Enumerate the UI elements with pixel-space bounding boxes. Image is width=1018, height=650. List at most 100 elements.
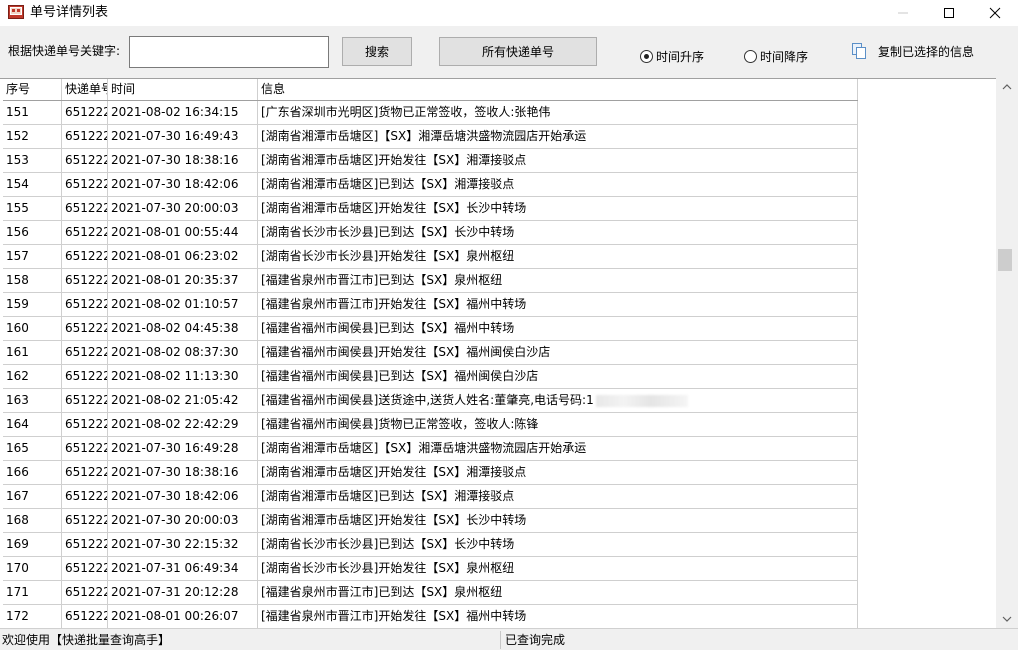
column-header-time[interactable]: 时间 bbox=[108, 79, 258, 100]
row-no-text: 151 bbox=[6, 105, 29, 119]
row-time-text: 2021-07-30 16:49:43 bbox=[111, 129, 239, 143]
row-no: 168 bbox=[3, 509, 62, 532]
row-number: 651222 bbox=[62, 173, 108, 196]
table-row[interactable]: 165 651222 2021-07-30 16:49:28 [湖南省湘潭市岳塘区]【… bbox=[3, 437, 858, 461]
row-no-text: 159 bbox=[6, 297, 29, 311]
table-row[interactable]: 152 651222 2021-07-30 16:49:43 [湖南省湘潭市岳塘区]【… bbox=[3, 125, 858, 149]
row-no: 167 bbox=[3, 485, 62, 508]
toolbar: 根据快递单号关键字: 搜索 所有快递单号 时间升序 时间降序 复制已选择的信息 bbox=[0, 26, 1018, 78]
row-info: [湖南省湘潭市岳塘区]【SX】湘潭岳塘洪盛物流园店开始承运 bbox=[258, 437, 858, 460]
row-time-text: 2021-08-02 21:05:42 bbox=[111, 393, 239, 407]
chevron-up-icon bbox=[1002, 84, 1012, 90]
row-no-text: 153 bbox=[6, 153, 29, 167]
column-header-no[interactable]: 序号 bbox=[3, 79, 62, 100]
row-number: 651222 bbox=[62, 293, 108, 316]
row-time: 2021-07-30 18:42:06 bbox=[108, 173, 258, 196]
row-info: [湖南省湘潭市岳塘区]开始发往【SX】湘潭接驳点 bbox=[258, 149, 858, 172]
table-row[interactable]: 167 651222 2021-07-30 18:42:06 [湖南省湘潭市岳塘区]已… bbox=[3, 485, 858, 509]
table-row[interactable]: 153 651222 2021-07-30 18:38:16 [湖南省湘潭市岳塘区]开… bbox=[3, 149, 858, 173]
table-row[interactable]: 172 651222 2021-08-01 00:26:07 [福建省泉州市晋江市]开… bbox=[3, 605, 858, 628]
table-row[interactable]: 154 651222 2021-07-30 18:42:06 [湖南省湘潭市岳塘区]已… bbox=[3, 173, 858, 197]
table-row[interactable]: 166 651222 2021-07-30 18:38:16 [湖南省湘潭市岳塘区]开… bbox=[3, 461, 858, 485]
table-row[interactable]: 164 651222 2021-08-02 22:42:29 [福建省福州市闽侯县]货… bbox=[3, 413, 858, 437]
table-row[interactable]: 160 651222 2021-08-02 04:45:38 [福建省福州市闽侯县]已… bbox=[3, 317, 858, 341]
table-row[interactable]: 162 651222 2021-08-02 11:13:30 [福建省福州市闽侯县]已… bbox=[3, 365, 858, 389]
row-info: [湖南省长沙市长沙县]已到达【SX】长沙中转场 bbox=[258, 221, 858, 244]
row-info: [广东省深圳市光明区]货物已正常签收，签收人:张艳伟 bbox=[258, 101, 858, 124]
row-info: [福建省泉州市晋江市]开始发往【SX】福州中转场 bbox=[258, 605, 858, 628]
row-no: 159 bbox=[3, 293, 62, 316]
row-number: 651222 bbox=[62, 509, 108, 532]
window-title: 单号详情列表 bbox=[30, 5, 109, 20]
tracking-table[interactable]: 序号 快递单号 时间 信息 1516512222021-08-02 16:34:… bbox=[0, 78, 1003, 628]
keyword-input[interactable] bbox=[129, 36, 329, 68]
row-time: 2021-07-30 16:49:43 bbox=[108, 125, 258, 148]
row-info-text: [福建省福州市闽侯县]货物已正常签收，签收人:陈锋 bbox=[261, 417, 539, 431]
table-row[interactable]: 159 651222 2021-08-02 01:10:57 [福建省泉州市晋江市]开… bbox=[3, 293, 858, 317]
row-no: 160 bbox=[3, 317, 62, 340]
row-time-text: 2021-07-30 22:15:32 bbox=[111, 537, 239, 551]
scroll-down-button[interactable] bbox=[996, 610, 1018, 628]
row-number: 651222 bbox=[62, 341, 108, 364]
row-no-text: 161 bbox=[6, 345, 29, 359]
all-numbers-button[interactable]: 所有快递单号 bbox=[439, 37, 597, 66]
minimize-button[interactable] bbox=[880, 0, 926, 26]
redacted-phone bbox=[595, 394, 688, 407]
row-no: 152 bbox=[3, 125, 62, 148]
row-number-text: 651222 bbox=[65, 249, 108, 263]
row-info-text: [湖南省长沙市长沙县]开始发往【SX】泉州枢纽 bbox=[261, 561, 515, 575]
status-divider bbox=[500, 631, 501, 649]
table-row[interactable]: 151 651222 2021-08-02 16:34:15 [广东省深圳市光明区]货… bbox=[3, 101, 858, 125]
row-info-text: [湖南省湘潭市岳塘区]开始发往【SX】长沙中转场 bbox=[261, 513, 527, 527]
row-number-text: 651222 bbox=[65, 225, 108, 239]
row-time: 2021-07-31 06:49:34 bbox=[108, 557, 258, 580]
row-info: [湖南省湘潭市岳塘区]【SX】湘潭岳塘洪盛物流园店开始承运 bbox=[258, 125, 858, 148]
copy-selected-button[interactable]: 复制已选择的信息 bbox=[850, 42, 974, 60]
row-info: [湖南省湘潭市岳塘区]已到达【SX】湘潭接驳点 bbox=[258, 485, 858, 508]
row-no-text: 164 bbox=[6, 417, 29, 431]
maximize-button[interactable] bbox=[926, 0, 972, 26]
row-number-text: 651222 bbox=[65, 417, 108, 431]
table-row[interactable]: 163 651222 2021-08-02 21:05:42 [福建省福州市闽侯县]送… bbox=[3, 389, 858, 413]
row-no: 153 bbox=[3, 149, 62, 172]
row-info: [福建省福州市闽侯县]开始发往【SX】福州闽侯白沙店 bbox=[258, 341, 858, 364]
table-row[interactable]: 161 651222 2021-08-02 08:37:30 [福建省福州市闽侯县]开… bbox=[3, 341, 858, 365]
row-no: 166 bbox=[3, 461, 62, 484]
row-time-text: 2021-08-02 22:42:29 bbox=[111, 417, 239, 431]
row-info-text: [福建省泉州市晋江市]已到达【SX】泉州枢纽 bbox=[261, 585, 503, 599]
row-info: [福建省泉州市晋江市]开始发往【SX】福州中转场 bbox=[258, 293, 858, 316]
row-time-text: 2021-08-01 00:55:44 bbox=[111, 225, 239, 239]
table-row[interactable]: 156 651222 2021-08-01 00:55:44 [湖南省长沙市长沙县]已… bbox=[3, 221, 858, 245]
close-button[interactable] bbox=[972, 0, 1018, 26]
table-row[interactable]: 158 651222 2021-08-01 20:35:37 [福建省泉州市晋江市]已… bbox=[3, 269, 858, 293]
row-time-text: 2021-07-31 06:49:34 bbox=[111, 561, 239, 575]
table-row[interactable]: 170 651222 2021-07-31 06:49:34 [湖南省长沙市长沙县]开… bbox=[3, 557, 858, 581]
table-row[interactable]: 168 651222 2021-07-30 20:00:03 [湖南省湘潭市岳塘区]开… bbox=[3, 509, 858, 533]
sort-desc-radio[interactable]: 时间降序 bbox=[744, 48, 808, 65]
row-no: 163 bbox=[3, 389, 62, 412]
row-number: 651222 bbox=[62, 365, 108, 388]
row-time: 2021-08-01 00:26:07 bbox=[108, 605, 258, 628]
row-number: 651222 bbox=[62, 221, 108, 244]
row-no: 171 bbox=[3, 581, 62, 604]
column-header-info[interactable]: 信息 bbox=[258, 79, 858, 100]
row-info: [湖南省湘潭市岳塘区]已到达【SX】湘潭接驳点 bbox=[258, 173, 858, 196]
vertical-scrollbar[interactable] bbox=[996, 78, 1018, 628]
status-bar: 欢迎使用【快递批量查询高手】 已查询完成 bbox=[0, 628, 1018, 650]
table-row[interactable]: 155 651222 2021-07-30 20:00:03 [湖南省湘潭市岳塘区]开… bbox=[3, 197, 858, 221]
row-time: 2021-07-30 18:42:06 bbox=[108, 485, 258, 508]
column-header-number[interactable]: 快递单号 bbox=[62, 79, 108, 100]
scroll-up-button[interactable] bbox=[996, 78, 1018, 96]
row-number-text: 651222 bbox=[65, 537, 108, 551]
row-info-text: [湖南省湘潭市岳塘区]【SX】湘潭岳塘洪盛物流园店开始承运 bbox=[261, 441, 587, 455]
table-row[interactable]: 171 651222 2021-07-31 20:12:28 [福建省泉州市晋江市]已… bbox=[3, 581, 858, 605]
scroll-thumb[interactable] bbox=[998, 249, 1012, 271]
row-no: 157 bbox=[3, 245, 62, 268]
row-number-text: 651222 bbox=[65, 585, 108, 599]
row-info: [湖南省长沙市长沙县]开始发往【SX】泉州枢纽 bbox=[258, 245, 858, 268]
table-row[interactable]: 169 651222 2021-07-30 22:15:32 [湖南省长沙市长沙县]已… bbox=[3, 533, 858, 557]
search-button[interactable]: 搜索 bbox=[342, 37, 412, 66]
sort-asc-radio[interactable]: 时间升序 bbox=[640, 48, 704, 65]
table-row[interactable]: 157 651222 2021-08-01 06:23:02 [湖南省长沙市长沙县]开… bbox=[3, 245, 858, 269]
row-time-text: 2021-08-02 11:13:30 bbox=[111, 369, 239, 383]
